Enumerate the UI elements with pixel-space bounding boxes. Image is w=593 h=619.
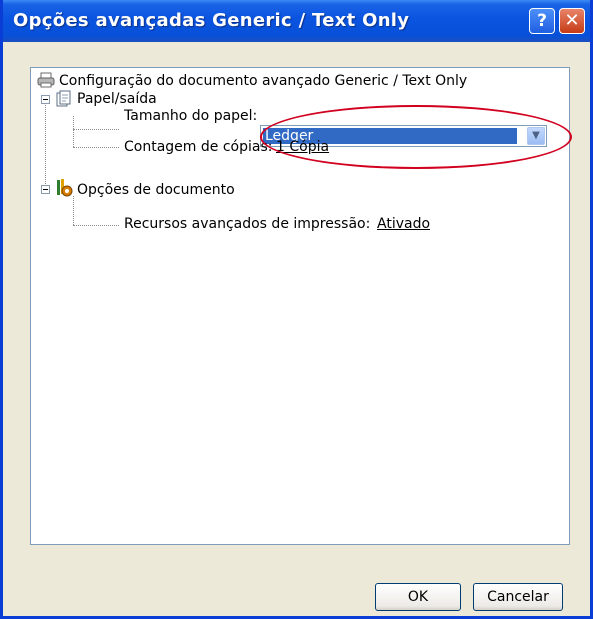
help-button[interactable]: ? <box>529 8 555 34</box>
ok-button[interactable]: OK <box>375 583 461 611</box>
printer-icon <box>37 72 55 88</box>
title-bar[interactable]: Opções avançadas Generic / Text Only ? ✕ <box>3 0 590 42</box>
collapse-toggle-paper[interactable] <box>41 95 50 104</box>
cancel-button[interactable]: Cancelar <box>473 583 563 611</box>
tree-line <box>73 225 119 226</box>
advanced-printing-value[interactable]: Ativado <box>377 215 430 233</box>
paper-size-label: Tamanho do papel: <box>124 108 258 124</box>
settings-tree[interactable]: Configuração do documento avançado Gener… <box>30 67 572 545</box>
collapse-toggle-document[interactable] <box>41 185 50 194</box>
tree-item-document-options[interactable]: Opções de documento <box>77 181 235 199</box>
tree-line <box>73 147 119 148</box>
copy-count-label: Contagem de cópias: <box>124 139 273 155</box>
close-button[interactable]: ✕ <box>559 8 585 34</box>
window-title: Opções avançadas Generic / Text Only <box>13 10 410 31</box>
tree-line <box>73 116 74 147</box>
tree-line <box>73 196 74 225</box>
dialog-window: Opções avançadas Generic / Text Only ? ✕… <box>0 0 593 619</box>
paper-icon <box>56 90 71 107</box>
tree-item-paper-output[interactable]: Papel/saída <box>77 90 157 108</box>
tree-line <box>73 129 119 130</box>
advanced-printing-label: Recursos avançados de impressão: <box>124 216 371 232</box>
tree-line <box>45 98 46 186</box>
tree-root-label[interactable]: Configuração do documento avançado Gener… <box>59 72 467 90</box>
document-options-icon <box>57 179 73 197</box>
annotation-highlight <box>260 105 572 169</box>
